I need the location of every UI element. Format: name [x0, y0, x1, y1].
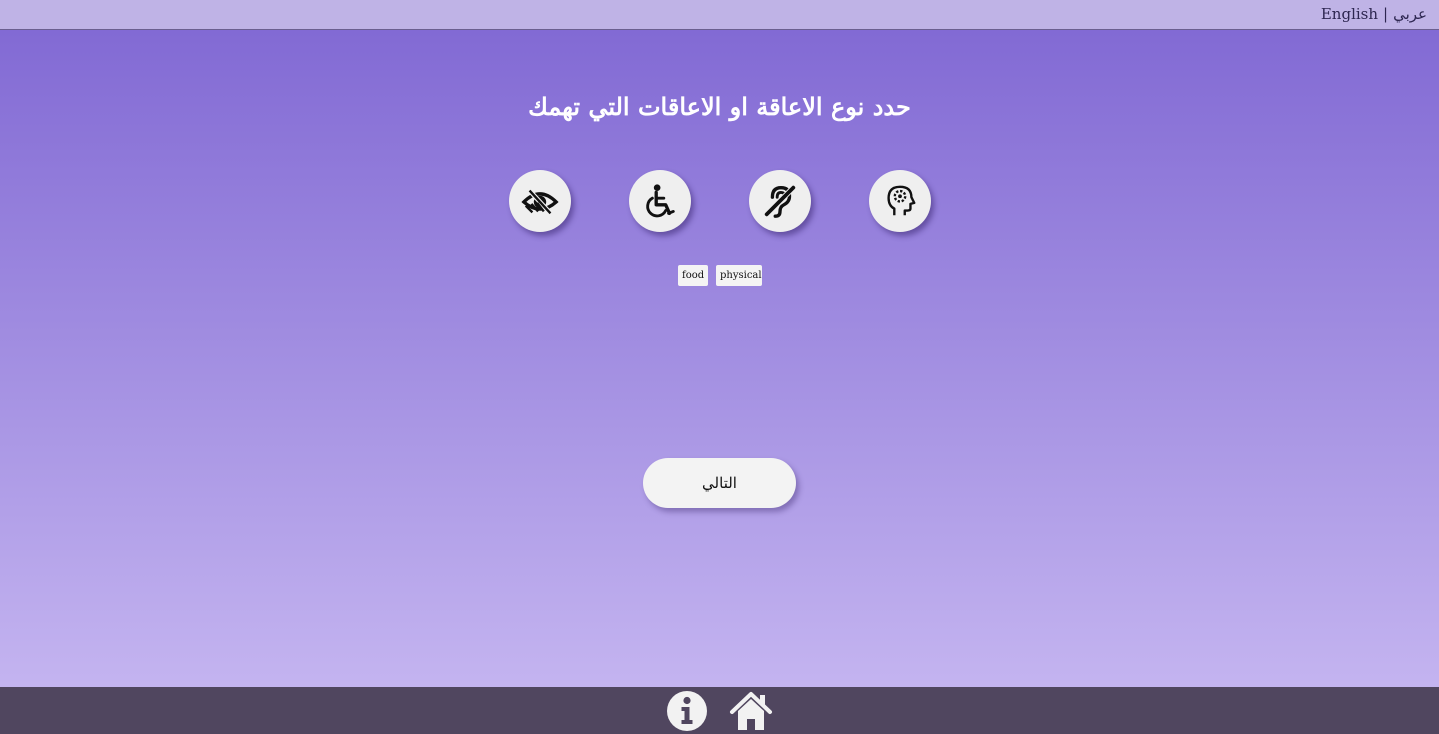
- lang-arabic-link[interactable]: عربي: [1393, 5, 1427, 23]
- info-icon[interactable]: [665, 690, 709, 732]
- physical-disability-button[interactable]: [629, 170, 691, 232]
- cognitive-head-gear-icon: [887, 185, 916, 216]
- footer-bar: [0, 687, 1439, 734]
- page-title: حدد نوع الاعاقة او الاعاقات التي تهمك: [528, 92, 911, 121]
- home-icon[interactable]: [729, 690, 773, 732]
- lang-english-link[interactable]: English: [1321, 5, 1378, 23]
- top-bar: English | عربي: [0, 0, 1439, 30]
- cognitive-disability-button[interactable]: [869, 170, 931, 232]
- visual-impairment-eye-icon: [521, 188, 559, 215]
- lang-separator: |: [1383, 5, 1389, 23]
- wheelchair-icon: [646, 184, 675, 218]
- hearing-impaired-icon: [763, 184, 797, 218]
- selected-tag-physical[interactable]: physical: [716, 265, 762, 286]
- main-content: حدد نوع الاعاقة او الاعاقات التي تهمك fo…: [0, 30, 1439, 687]
- visual-disability-button[interactable]: [509, 170, 571, 232]
- hearing-disability-button[interactable]: [749, 170, 811, 232]
- next-button[interactable]: التالي: [643, 458, 796, 508]
- selected-tag-food[interactable]: food: [678, 265, 708, 286]
- language-switcher: English | عربي: [1321, 5, 1427, 23]
